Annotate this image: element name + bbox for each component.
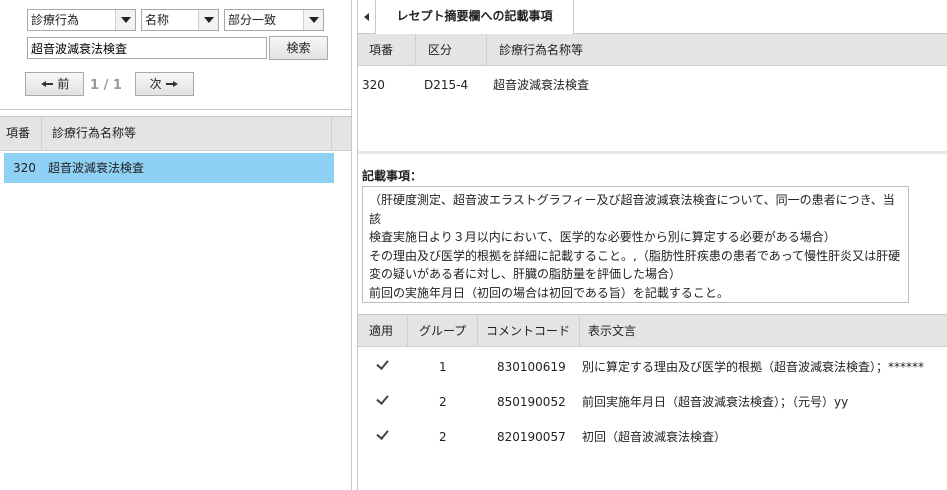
comment-code: 830100619 — [497, 360, 566, 374]
search-button[interactable]: 検索 — [269, 36, 328, 60]
row-name: 超音波減衰法検査 — [48, 161, 145, 175]
checkmark-icon[interactable] — [376, 393, 390, 407]
detail-name: 超音波減衰法検査 — [493, 78, 590, 92]
tab-receipt-notes[interactable]: レセプト摘要欄への記載事項 — [376, 0, 574, 35]
row-no: 320 — [13, 161, 36, 175]
comment-text: 別に算定する理由及び医学的根拠（超音波減衰法検査）；****** — [582, 360, 925, 374]
prev-page-label: 前 — [57, 77, 70, 91]
column-header-apply: 適用 — [358, 315, 408, 347]
collapse-arrow-icon[interactable] — [358, 0, 376, 34]
comment-text: 初回（超音波減衰法検査） — [582, 430, 727, 444]
column-header-group: グループ — [408, 315, 478, 347]
result-list: 項番 診療行為名称等 320 超音波減衰法検査 — [0, 116, 352, 490]
detail-kubun: D215-4 — [424, 78, 469, 92]
comment-group: 2 — [439, 430, 447, 444]
detail-table-header: 項番 区分 診療行為名称等 — [358, 34, 947, 66]
chevron-down-icon — [115, 10, 135, 30]
match-select-value: 部分一致 — [228, 13, 277, 27]
search-form: 診療行為 名称 部分一致 検索 前 1 / 1 次 — [0, 0, 352, 110]
comment-table: 適用 グループ コメントコード 表示文言 1 830100619 別に算定する理… — [358, 314, 947, 490]
notes-text: （肝硬度測定、超音波エラストグラフィー及び超音波減衰法検査について、同一の患者に… — [362, 186, 909, 303]
notes-label: 記載事項： — [362, 169, 423, 183]
prev-page-button[interactable]: 前 — [25, 72, 84, 96]
chevron-down-icon — [198, 10, 218, 30]
comment-table-header: 適用 グループ コメントコード 表示文言 — [358, 315, 947, 347]
comment-group: 2 — [439, 395, 447, 409]
match-select[interactable]: 部分一致 — [224, 9, 324, 31]
detail-table: 項番 区分 診療行為名称等 320 D215-4 超音波減衰法検査 — [358, 34, 947, 154]
column-header-spacer — [332, 117, 351, 151]
category-select[interactable]: 診療行為 — [27, 9, 136, 31]
comment-code: 850190052 — [497, 395, 566, 409]
column-header-no: 項番 — [0, 117, 42, 151]
column-header-kubun: 区分 — [416, 34, 487, 66]
tab-bar: レセプト摘要欄への記載事項 — [358, 0, 947, 35]
notes-section: 記載事項： （肝硬度測定、超音波エラストグラフィー及び超音波減衰法検査について、… — [358, 158, 947, 310]
field-select-value: 名称 — [145, 13, 170, 27]
next-page-button[interactable]: 次 — [135, 72, 194, 96]
comment-text: 前回実施年月日（超音波減衰法検査）；（元号）yy — [582, 395, 849, 409]
pointing-hand-left-icon — [40, 81, 53, 87]
comment-group: 1 — [439, 360, 447, 374]
next-page-label: 次 — [149, 77, 162, 91]
page-indicator: 1 / 1 — [90, 78, 122, 93]
column-header-name: 診療行為名称等 — [42, 117, 332, 151]
search-button-label: 検索 — [286, 41, 311, 55]
detail-panel: レセプト摘要欄への記載事項 項番 区分 診療行為名称等 320 D215-4 超… — [357, 0, 947, 490]
column-header-code: コメントコード — [478, 315, 580, 347]
comment-code: 820190057 — [497, 430, 566, 444]
result-list-header: 項番 診療行為名称等 — [0, 117, 351, 151]
column-header-name: 診療行為名称等 — [499, 43, 584, 57]
pointing-hand-right-icon — [166, 81, 179, 87]
chevron-down-icon — [303, 10, 323, 30]
column-header-text: 表示文言 — [588, 324, 637, 338]
detail-no: 320 — [362, 78, 385, 92]
category-select-value: 診療行為 — [31, 13, 80, 27]
column-header-no: 項番 — [358, 34, 416, 66]
table-row[interactable]: 320 超音波減衰法検査 — [4, 153, 334, 183]
search-panel: 診療行為 名称 部分一致 検索 前 1 / 1 次 — [0, 0, 352, 490]
checkmark-icon[interactable] — [376, 428, 390, 442]
search-input[interactable] — [27, 37, 267, 59]
field-select[interactable]: 名称 — [141, 9, 219, 31]
checkmark-icon[interactable] — [376, 358, 390, 372]
